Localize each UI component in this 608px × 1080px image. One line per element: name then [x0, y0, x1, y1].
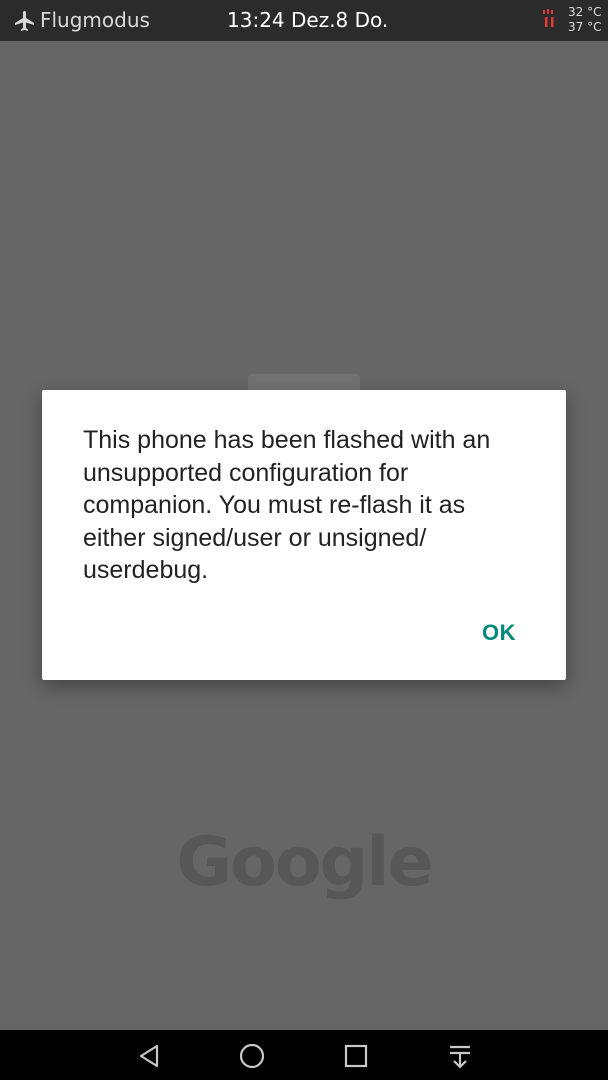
airplane-icon	[13, 9, 37, 33]
status-clock: 13:24 Dez.8 Do.	[227, 8, 389, 32]
temperature-1: 32 °C	[568, 5, 602, 19]
thermometer-icon	[541, 8, 559, 32]
alert-dialog: This phone has been flashed with an unsu…	[42, 390, 566, 680]
notification-drawer-icon[interactable]	[444, 1040, 476, 1072]
home-icon[interactable]	[236, 1040, 268, 1072]
dialog-message: This phone has been flashed with an unsu…	[83, 426, 491, 584]
back-icon[interactable]	[133, 1040, 165, 1072]
ok-button[interactable]: OK	[474, 616, 524, 650]
status-bar: Flugmodus 13:24 Dez.8 Do. 32 °C 37 °C	[0, 0, 608, 41]
temperature-readout: 32 °C 37 °C	[568, 5, 601, 35]
status-mode-label: Flugmodus	[40, 8, 150, 32]
google-logo: Google	[176, 823, 433, 902]
recent-apps-icon[interactable]	[340, 1040, 372, 1072]
navigation-bar	[0, 1030, 608, 1080]
screen: Flugmodus 13:24 Dez.8 Do. 32 °C 37 °C Go…	[0, 0, 608, 1080]
temperature-2: 37 °C	[568, 20, 602, 34]
